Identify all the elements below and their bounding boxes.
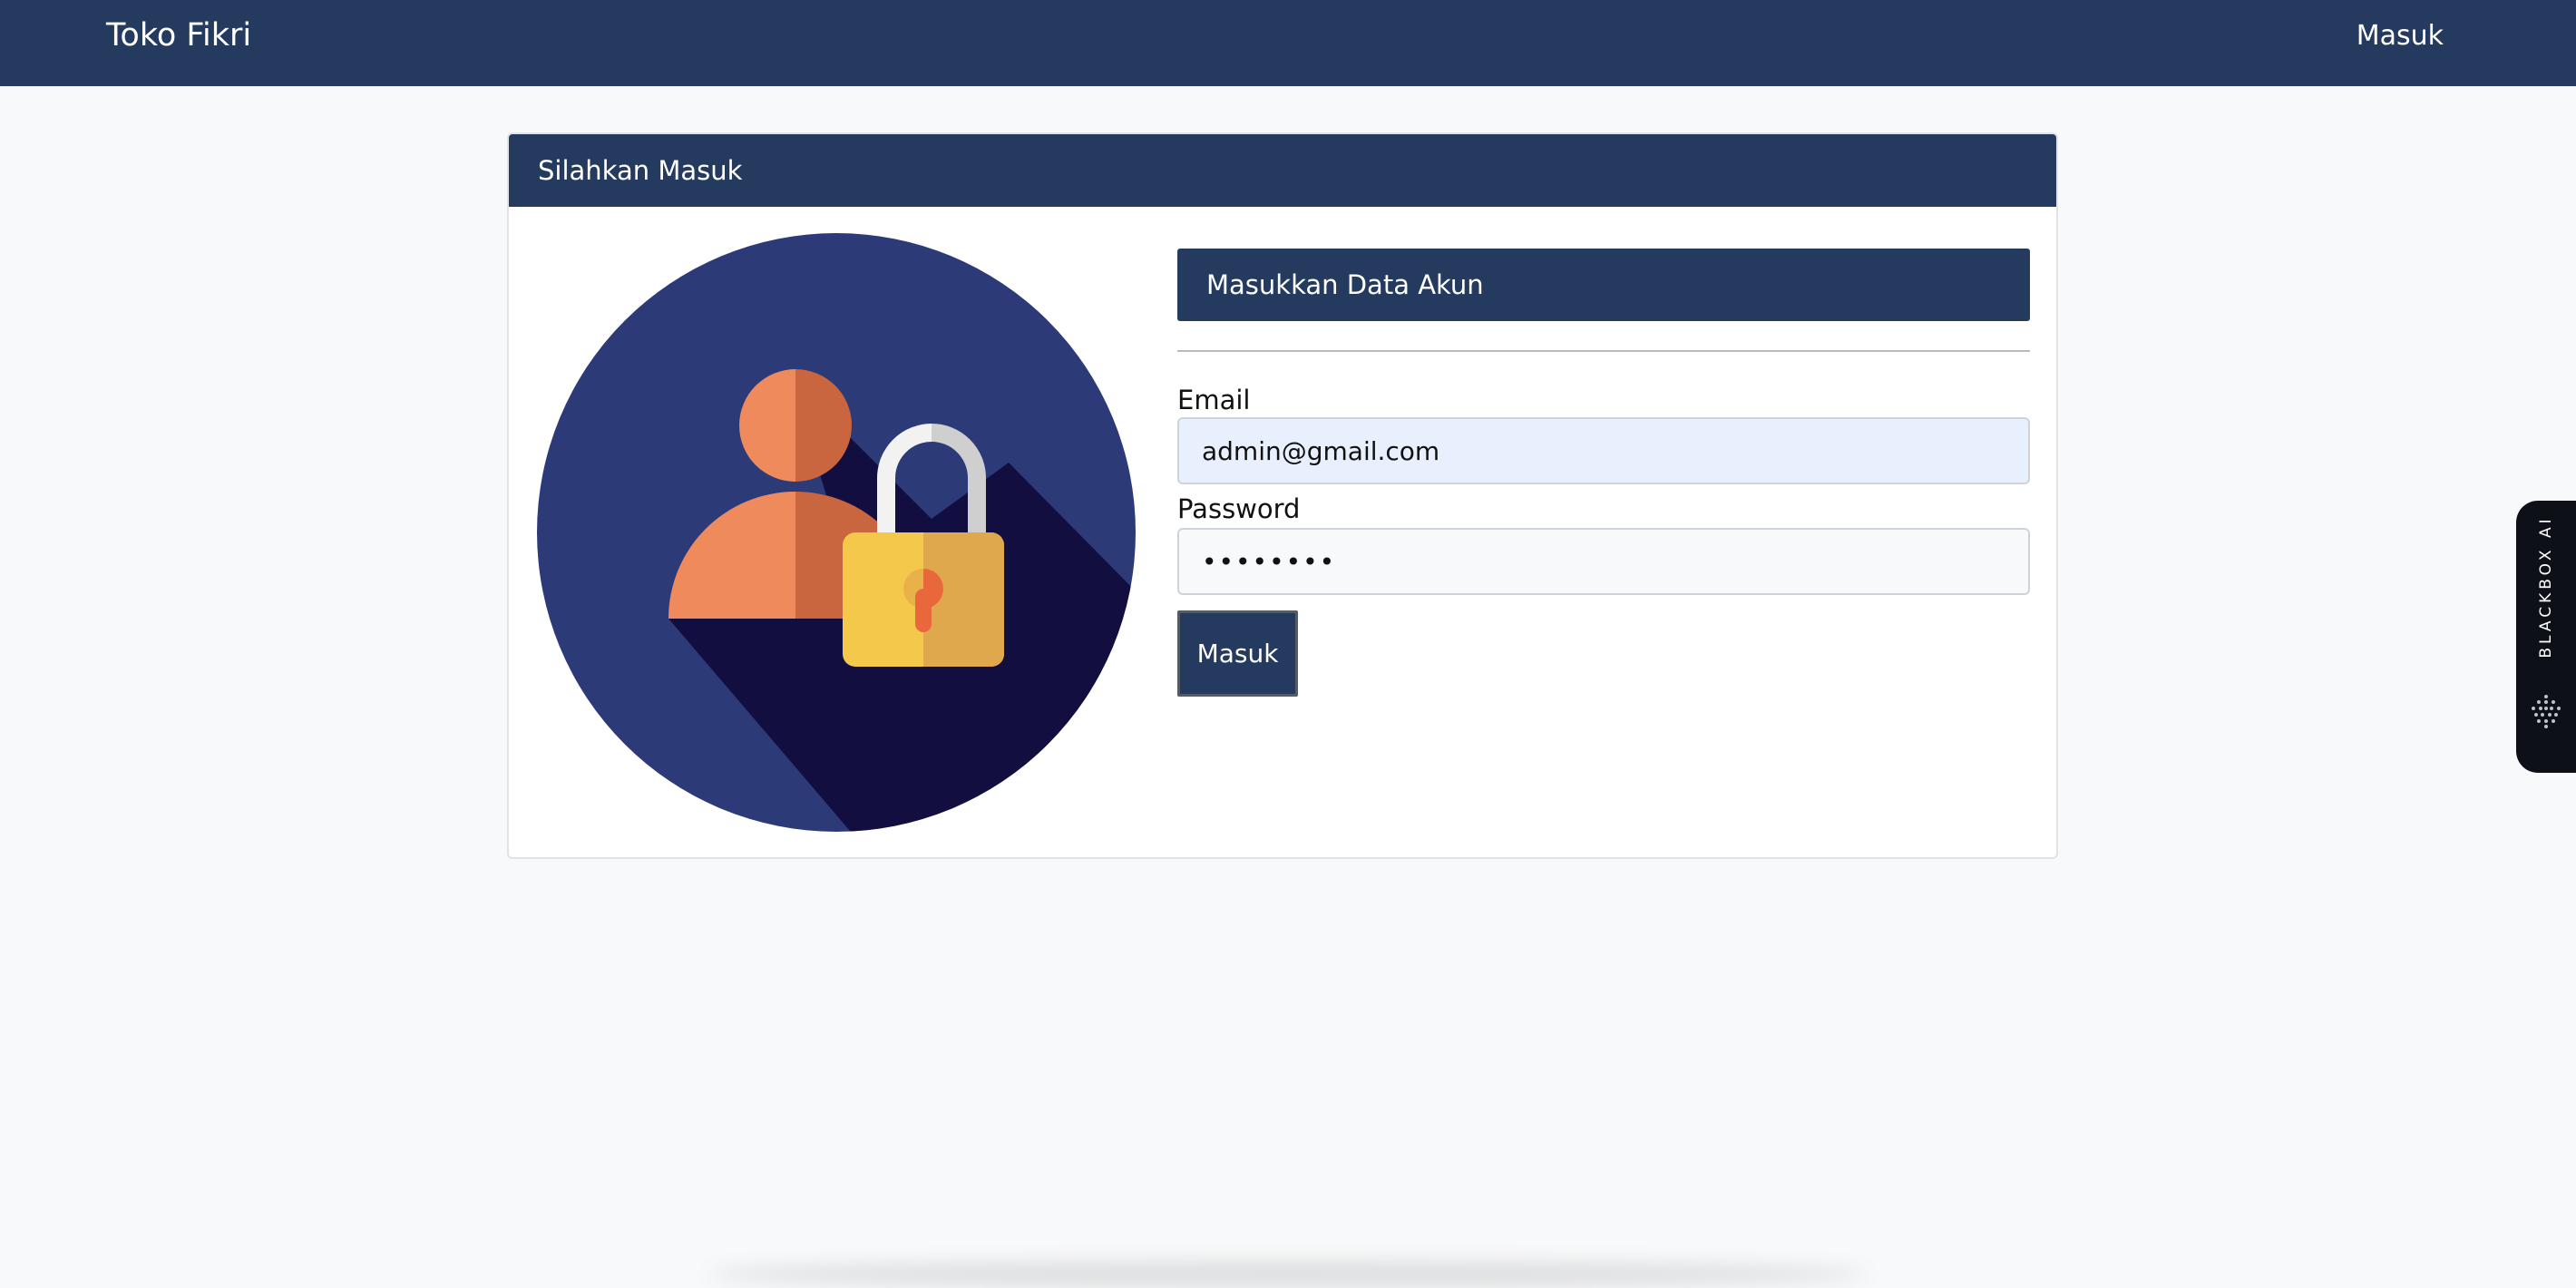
widget-label: BLACKBOX AI <box>2537 515 2555 659</box>
login-form: Masukkan Data Akun Email Password Masuk <box>1177 249 2030 697</box>
email-field[interactable] <box>1177 417 2030 484</box>
password-field[interactable] <box>1177 528 2030 595</box>
card-header: Silahkan Masuk <box>509 134 2056 207</box>
password-label: Password <box>1177 493 1301 524</box>
email-label: Email <box>1177 385 1251 415</box>
form-title: Masukkan Data Akun <box>1177 249 2030 321</box>
bottom-shadow <box>707 1261 1869 1288</box>
login-nav-link[interactable]: Masuk <box>2356 19 2444 54</box>
dots-icon <box>2532 695 2561 728</box>
navbar: Toko Fikri Masuk <box>0 0 2576 86</box>
login-button[interactable]: Masuk <box>1177 610 1298 697</box>
brand-title[interactable]: Toko Fikri <box>106 15 251 55</box>
divider <box>1177 350 2030 352</box>
user-lock-icon <box>537 233 1136 832</box>
login-card: Silahkan Masuk Masukkan Data Akun Email <box>507 132 2058 859</box>
blackbox-ai-widget[interactable]: BLACKBOX AI <box>2516 501 2576 773</box>
